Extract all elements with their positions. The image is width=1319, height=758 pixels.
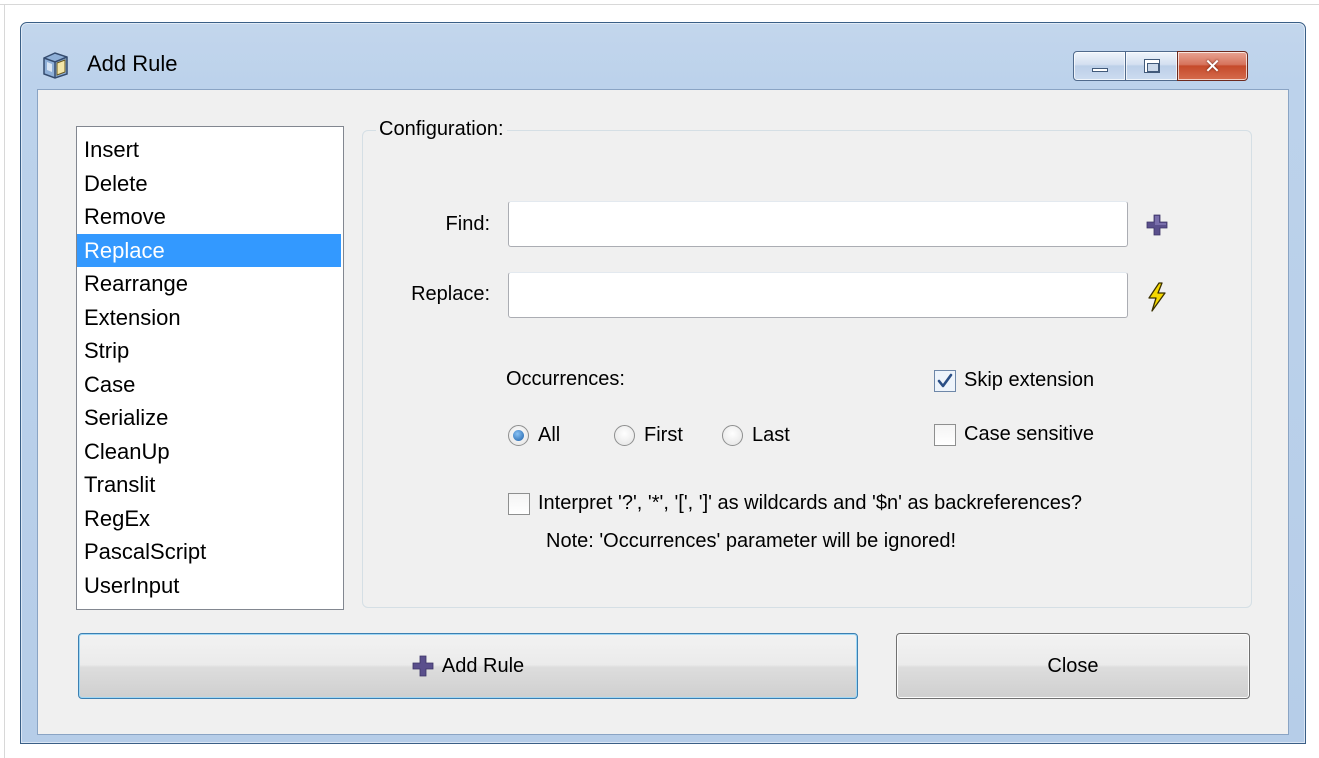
checkbox-box[interactable] [934, 423, 956, 446]
rule-item-translit[interactable]: Translit [77, 468, 343, 502]
title-bar[interactable]: Add Rule ✕ [21, 23, 1305, 89]
desktop-edge-top [0, 4, 1319, 5]
checkbox-label: Interpret '?', '*', '[', ']' as wildcard… [538, 492, 1083, 514]
close-label: Close [1047, 654, 1099, 677]
close-window-button[interactable]: ✕ [1177, 51, 1248, 81]
radio-label: First [644, 424, 683, 446]
rule-item-cleanup[interactable]: CleanUp [77, 435, 343, 469]
occurrence-first-radio[interactable]: First [614, 424, 683, 447]
occurrences-note: Note: 'Occurrences' parameter will be ig… [546, 530, 957, 552]
rule-item-regex[interactable]: RegEx [77, 502, 343, 536]
rule-item-strip[interactable]: Strip [77, 334, 343, 368]
wildcards-checkbox[interactable]: Interpret '?', '*', '[', ']' as wildcard… [508, 492, 1082, 515]
radio-indicator[interactable] [722, 425, 743, 446]
rule-item-case[interactable]: Case [77, 368, 343, 402]
lightning-icon[interactable] [1146, 282, 1168, 312]
radio-label: Last [752, 424, 790, 446]
occurrences-label: Occurrences: [506, 368, 625, 390]
rule-item-userinput[interactable]: UserInput [77, 569, 343, 603]
close-icon: ✕ [1204, 55, 1221, 78]
rule-item-replace[interactable]: Replace [77, 233, 341, 267]
skip-extension-checkbox[interactable]: Skip extension [934, 369, 1094, 392]
maximize-icon [1144, 59, 1160, 73]
checkmark-icon [937, 373, 953, 387]
maximize-button[interactable] [1125, 51, 1178, 81]
desktop-edge-left [4, 4, 5, 758]
rule-item-serialize[interactable]: Serialize [77, 401, 343, 435]
folder-rename-icon [43, 52, 68, 79]
rule-type-list[interactable]: Insert Delete Remove Replace Rearrange Extens… [76, 126, 344, 610]
find-label: Find: [445, 213, 490, 235]
checkbox-label: Skip extension [964, 369, 1095, 391]
minimize-button[interactable] [1073, 51, 1126, 81]
rule-item-insert[interactable]: Insert [77, 133, 343, 167]
rule-item-pascalscript[interactable]: PascalScript [77, 535, 343, 569]
close-button[interactable]: Close [896, 633, 1250, 699]
configuration-legend: Configuration: [376, 118, 507, 141]
rule-item-rearrange[interactable]: Rearrange [77, 267, 343, 301]
rule-item-extension[interactable]: Extension [77, 301, 343, 335]
add-rule-window: Add Rule ✕ Insert Delete Remove Replace Rear… [20, 22, 1306, 744]
plus-icon[interactable] [1146, 214, 1168, 236]
case-sensitive-checkbox[interactable]: Case sensitive [934, 423, 1094, 446]
minimize-icon [1092, 68, 1108, 72]
plus-icon [412, 655, 434, 677]
radio-indicator[interactable] [508, 425, 529, 446]
rule-item-remove[interactable]: Remove [77, 200, 343, 234]
occurrence-all-radio[interactable]: All [508, 424, 560, 447]
replace-label: Replace: [411, 283, 490, 305]
occurrence-last-radio[interactable]: Last [722, 424, 790, 447]
checkbox-box[interactable] [934, 369, 956, 392]
radio-indicator[interactable] [614, 425, 635, 446]
checkbox-label: Case sensitive [964, 423, 1095, 445]
add-rule-label: Add Rule [441, 654, 525, 677]
radio-label: All [538, 424, 561, 446]
checkbox-box[interactable] [508, 492, 530, 515]
rule-item-delete[interactable]: Delete [77, 167, 343, 201]
dialog-client-area: Insert Delete Remove Replace Rearrange Extens… [37, 89, 1289, 735]
find-input[interactable] [508, 201, 1128, 247]
replace-input[interactable] [508, 272, 1128, 318]
window-title: Add Rule [87, 51, 178, 76]
add-rule-button[interactable]: Add Rule [78, 633, 858, 699]
